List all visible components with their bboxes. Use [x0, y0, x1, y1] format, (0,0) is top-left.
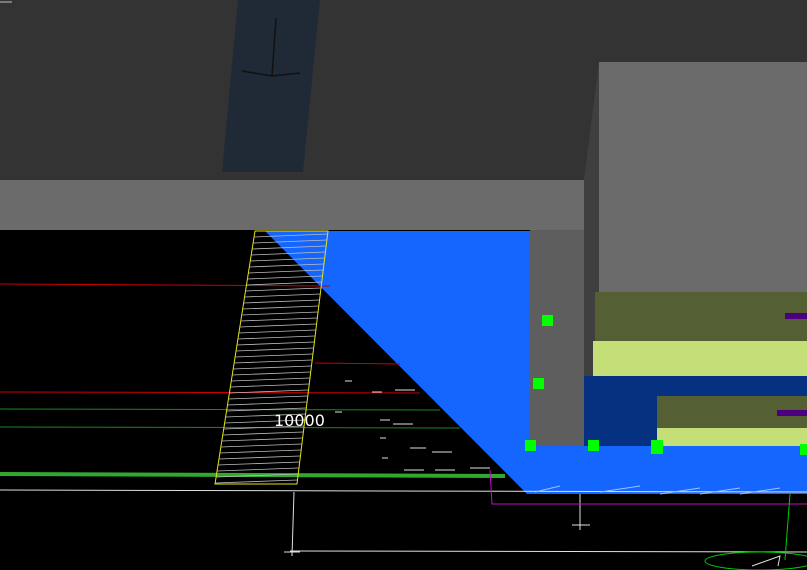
grip-handle[interactable]: [542, 315, 553, 326]
grip-handle[interactable]: [525, 440, 536, 451]
grip-handle[interactable]: [651, 440, 663, 454]
side-wall-face[interactable]: [530, 230, 584, 446]
purple-marker-1: [785, 313, 807, 319]
grip-handle[interactable]: [533, 378, 544, 389]
slab-light-1[interactable]: [593, 341, 807, 377]
grip-handle[interactable]: [800, 444, 807, 455]
slab-light-2[interactable]: [657, 428, 807, 448]
door-opening[interactable]: [222, 0, 320, 172]
grip-handle[interactable]: [588, 440, 599, 451]
wall-beam[interactable]: [0, 180, 584, 230]
dimension-label[interactable]: 10000: [274, 411, 325, 430]
purple-marker-2: [777, 410, 807, 416]
cad-3d-viewport[interactable]: 10000: [0, 0, 807, 570]
right-block[interactable]: [599, 62, 807, 294]
slab-olive-1[interactable]: [595, 292, 807, 342]
